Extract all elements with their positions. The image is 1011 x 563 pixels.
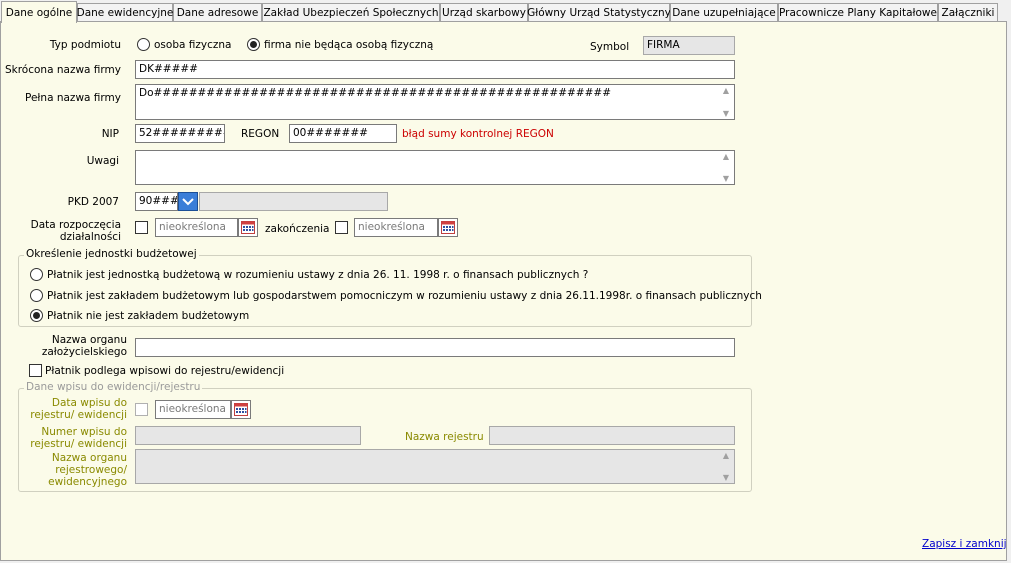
organ-zalozycielski-label-line1: Nazwa organu (51, 334, 127, 346)
uwagi-label: Uwagi (86, 155, 119, 167)
scroll-up-icon[interactable]: ▲ (723, 86, 729, 95)
rejestr-checkbox[interactable] (29, 364, 42, 377)
scroll-down-icon[interactable]: ▼ (723, 473, 729, 482)
rejestr-group-title: Dane wpisu do ewidencji/rejestru (24, 381, 203, 393)
data-zakonczenia-calendar-button[interactable] (438, 218, 458, 237)
uwagi-input[interactable]: ▲ ▼ (135, 150, 735, 185)
nip-label: NIP (101, 128, 119, 140)
symbol-field[interactable]: FIRMA (643, 36, 735, 55)
regon-error: błąd sumy kontrolnej REGON (402, 128, 554, 140)
nazwa-rejestru-input[interactable] (489, 426, 735, 445)
radio-firma[interactable] (247, 38, 260, 51)
organ-zalozycielski-label: Nazwa organu założycielskiego (0, 334, 127, 358)
data-rozpoczecia-input[interactable]: nieokreślona (155, 218, 238, 237)
scroll-down-icon[interactable]: ▼ (723, 109, 729, 118)
pkd-dropdown-button[interactable] (178, 192, 198, 211)
radio-budzet-jednostka-label: Płatnik jest jednostką budżetową w rozum… (47, 269, 589, 281)
calendar-icon (234, 403, 248, 416)
radio-osoba-fizyczna-label: osoba fizyczna (154, 39, 232, 51)
skrocona-nazwa-input[interactable]: DK##### (135, 60, 735, 79)
regon-label: REGON (241, 128, 280, 140)
form-area: Typ podmiotu osoba fizyczna firma nie bę… (0, 0, 1011, 563)
pkd-input[interactable]: 90### (135, 192, 178, 211)
data-rozpoczecia-label-line2: działalności (59, 231, 121, 243)
chevron-down-icon (182, 197, 194, 205)
pelna-nazwa-text: Do######################################… (139, 87, 611, 99)
radio-budzet-zaklad-label: Płatnik jest zakładem budżetowym lub gos… (47, 290, 762, 302)
data-wpisu-label-line2: rejestru/ ewidencji (30, 409, 127, 421)
budzet-group-title: Określenie jednostki budżetowej (24, 248, 199, 260)
data-rozpoczecia-checkbox[interactable] (135, 221, 148, 234)
numer-wpisu-label-line2: rejestru/ ewidencji (30, 438, 127, 450)
data-rozpoczecia-label: Data rozpoczęcia działalności (0, 219, 121, 243)
data-rozpoczecia-calendar-button[interactable] (238, 218, 258, 237)
calendar-icon (241, 221, 255, 234)
organ-rejestrowy-label-line2: rejestrowego/ (55, 464, 127, 476)
organ-rejestrowy-label: Nazwa organu rejestrowego/ ewidencyjnego (0, 452, 127, 488)
organ-zalozycielski-input[interactable] (135, 338, 735, 357)
organ-zalozycielski-label-line2: założycielskiego (41, 346, 127, 358)
pkd-description-field (199, 192, 388, 211)
numer-wpisu-input[interactable] (135, 426, 361, 445)
data-wpisu-calendar-button[interactable] (231, 400, 251, 419)
organ-rejestrowy-scrollbar[interactable]: ▲ ▼ (719, 451, 733, 482)
pkd-label: PKD 2007 (67, 196, 119, 208)
radio-budzet-zaklad[interactable] (30, 289, 43, 302)
organ-rejestrowy-label-line1: Nazwa organu (51, 452, 127, 464)
radio-budzet-nie[interactable] (30, 309, 43, 322)
numer-wpisu-label-line1: Numer wpisu do (41, 426, 127, 438)
numer-wpisu-label: Numer wpisu do rejestru/ ewidencji (0, 426, 127, 450)
uwagi-scrollbar[interactable]: ▲ ▼ (719, 152, 733, 183)
save-close-link[interactable]: Zapisz i zamknij (922, 538, 1007, 550)
typ-podmiotu-label: Typ podmiotu (49, 39, 121, 51)
data-wpisu-input[interactable]: nieokreślona (155, 400, 231, 419)
rejestr-checkbox-label: Płatnik podlega wpisowi do rejestru/ewid… (45, 365, 285, 377)
data-rozpoczecia-label-line1: Data rozpoczęcia (30, 219, 121, 231)
data-wpisu-label-line1: Data wpisu do (51, 397, 127, 409)
zakonczenia-label: zakończenia (265, 223, 330, 235)
calendar-icon (441, 221, 455, 234)
scroll-up-icon[interactable]: ▲ (723, 152, 729, 161)
radio-budzet-jednostka[interactable] (30, 268, 43, 281)
data-wpisu-checkbox[interactable] (135, 403, 148, 416)
radio-osoba-fizyczna[interactable] (137, 38, 150, 51)
pelna-nazwa-label: Pełna nazwa firmy (25, 92, 121, 104)
symbol-label: Symbol (590, 41, 630, 53)
data-wpisu-label: Data wpisu do rejestru/ ewidencji (0, 397, 127, 421)
organ-rejestrowy-input[interactable]: ▲ ▼ (135, 449, 735, 484)
scroll-up-icon[interactable]: ▲ (723, 451, 729, 460)
skrocona-nazwa-label: Skrócona nazwa firmy (4, 64, 121, 76)
data-zakonczenia-checkbox[interactable] (335, 221, 348, 234)
scroll-down-icon[interactable]: ▼ (723, 174, 729, 183)
data-zakonczenia-input[interactable]: nieokreślona (354, 218, 438, 237)
pelna-nazwa-scrollbar[interactable]: ▲ ▼ (719, 86, 733, 118)
organ-rejestrowy-label-line3: ewidencyjnego (48, 476, 127, 488)
nip-input[interactable]: 52########## (135, 124, 225, 143)
radio-budzet-nie-label: Płatnik nie jest zakładem budżetowym (47, 310, 250, 322)
regon-input[interactable]: 00####### (289, 124, 397, 143)
pelna-nazwa-input[interactable]: Do######################################… (135, 84, 735, 120)
nazwa-rejestru-label: Nazwa rejestru (405, 431, 484, 443)
radio-firma-label: firma nie będąca osobą fizyczną (264, 39, 434, 51)
